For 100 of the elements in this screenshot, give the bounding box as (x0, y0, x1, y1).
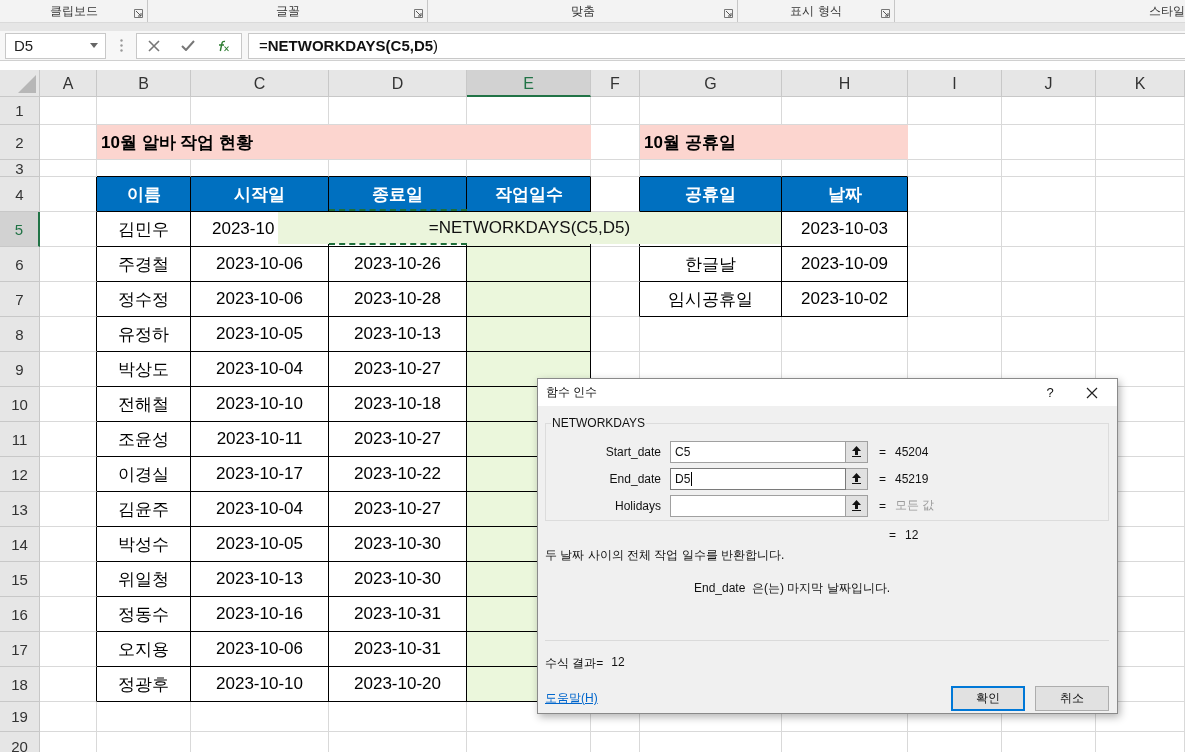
input-field[interactable]: C5 (670, 440, 846, 463)
row-heading[interactable]: 1 (0, 97, 40, 125)
input-field[interactable]: D5 (670, 467, 846, 490)
table-cell: 정수정 (97, 282, 191, 317)
sheet-cell[interactable] (40, 562, 97, 597)
launcher-icon (881, 9, 890, 18)
group-label: 표시 형식 (790, 2, 842, 20)
row-heading[interactable]: 2 (0, 125, 40, 160)
table-cell: 2023-10-09 (782, 247, 908, 282)
table-cell: 박성수 (97, 527, 191, 562)
column-heading[interactable]: C (191, 70, 329, 97)
dialog-launcher-button[interactable] (724, 9, 733, 18)
row-heading[interactable]: 7 (0, 282, 40, 317)
argument-result: 45219 (895, 471, 929, 486)
row-heading[interactable]: 12 (0, 457, 40, 492)
help-button[interactable]: ? (1035, 385, 1065, 400)
dialog-launcher-button[interactable] (414, 9, 423, 18)
table-cell: 김민우 (97, 212, 191, 247)
dialog-launcher-button[interactable] (134, 9, 143, 18)
table-cell: 2023-10-13 (191, 562, 329, 597)
row-heading[interactable]: 15 (0, 562, 40, 597)
row-heading[interactable]: 4 (0, 177, 40, 212)
table-cell: 2023-10-11 (191, 422, 329, 457)
column-heading[interactable]: H (782, 70, 908, 97)
table-cell: 2023-10-06 (191, 632, 329, 667)
row-heading[interactable]: 13 (0, 492, 40, 527)
column-heading[interactable]: I (908, 70, 1002, 97)
sheet-cell[interactable] (591, 282, 640, 317)
dropdown-icon (90, 43, 98, 48)
sheet-cell[interactable] (40, 247, 97, 282)
row-heading[interactable]: 10 (0, 387, 40, 422)
sheet-cell[interactable] (40, 282, 97, 317)
input-field[interactable] (670, 494, 846, 517)
column-heading[interactable]: A (40, 70, 97, 97)
row-heading[interactable]: 17 (0, 632, 40, 667)
column-heading[interactable]: J (1002, 70, 1096, 97)
sheet-cell[interactable] (40, 527, 97, 562)
sheet-cell[interactable] (40, 632, 97, 667)
sheet-cell[interactable] (40, 212, 97, 247)
table-cell: 2023-10-03 (782, 212, 908, 247)
ok-button[interactable]: 확인 (951, 686, 1025, 711)
column-heading[interactable]: B (97, 70, 191, 97)
table-cell: 박상도 (97, 352, 191, 387)
table-cell: 정동수 (97, 597, 191, 632)
sheet-cell[interactable] (40, 387, 97, 422)
launcher-icon (414, 9, 423, 18)
sheet-cell[interactable] (40, 667, 97, 702)
sheet-cell[interactable] (40, 317, 97, 352)
collapse-button[interactable] (846, 440, 868, 463)
function-result: 12 (905, 528, 919, 542)
help-link[interactable]: 도움말(H) (545, 690, 598, 707)
table-cell: 2023-10-10 (191, 387, 329, 422)
cancel-button[interactable]: 취소 (1035, 686, 1109, 711)
cell-editor[interactable]: =NETWORKDAYS(C5,D5) (278, 212, 781, 244)
sheet-cell[interactable] (40, 457, 97, 492)
row-heading[interactable]: 6 (0, 247, 40, 282)
collapse-button[interactable] (846, 494, 868, 517)
row-heading[interactable]: 20 (0, 732, 40, 752)
row-heading[interactable]: 16 (0, 597, 40, 632)
row-heading[interactable]: 8 (0, 317, 40, 352)
launcher-icon (134, 9, 143, 18)
equals-sign: = (879, 471, 887, 486)
formula-field[interactable]: =NETWORKDAYS(C5,D5) (248, 32, 1185, 59)
collapse-button[interactable] (846, 467, 868, 490)
column-heading[interactable]: F (591, 70, 640, 97)
sheet-cell[interactable] (40, 422, 97, 457)
column-heading[interactable]: E (467, 70, 591, 97)
name-box[interactable]: D5 (5, 32, 106, 59)
table-cell: 2023-10-05 (191, 527, 329, 562)
row-heading[interactable]: 9 (0, 352, 40, 387)
sheet-cell[interactable] (40, 597, 97, 632)
row-heading[interactable]: 11 (0, 422, 40, 457)
argument-label: End_date (608, 471, 662, 486)
function-name: NETWORKDAYS (551, 416, 647, 430)
table-cell: 2023-10-16 (191, 597, 329, 632)
close-icon (147, 39, 160, 52)
row-heading[interactable]: 3 (0, 160, 40, 177)
grip-icon (120, 39, 123, 52)
table-cell: 2023-10-04 (191, 352, 329, 387)
row-heading[interactable]: 14 (0, 527, 40, 562)
close-icon (1086, 386, 1098, 399)
column-heading[interactable]: K (1096, 70, 1185, 97)
argument-label: Start_date (604, 444, 662, 459)
column-heading[interactable]: D (329, 70, 467, 97)
row-heading[interactable]: 5 (0, 212, 40, 247)
table-cell: 임시공휴일 (640, 282, 782, 317)
equals-sign: = (889, 528, 897, 542)
sheet-cell[interactable] (40, 352, 97, 387)
dialog-launcher-button[interactable] (881, 9, 890, 18)
row-heading[interactable]: 19 (0, 702, 40, 732)
table-cell: 주경철 (97, 247, 191, 282)
column-heading[interactable]: G (640, 70, 782, 97)
sheet-cell[interactable] (40, 492, 97, 527)
sheet-cell[interactable] (591, 247, 640, 282)
equals-sign: = (879, 444, 887, 459)
row-heading[interactable]: 18 (0, 667, 40, 702)
table-header-cell: 공휴일 (640, 177, 782, 212)
table-cell: 정광후 (97, 667, 191, 702)
table-header-cell: 이름 (97, 177, 191, 212)
table-header-cell: 종료일 (329, 177, 467, 212)
